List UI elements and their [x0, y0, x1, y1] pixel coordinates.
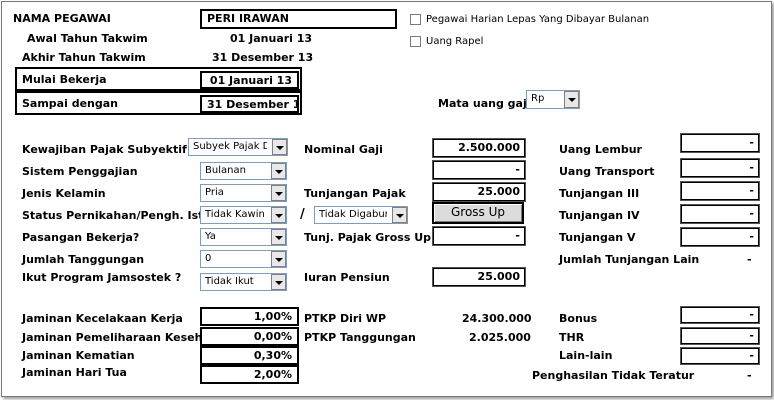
jamsostek-label: Ikut Program Jamsostek ?: [22, 271, 182, 284]
tunjangan-4-label: Tunjangan IV: [559, 209, 640, 222]
chevron-down-icon[interactable]: [271, 207, 286, 223]
ptkp-diri-label: PTKP Diri WP: [304, 312, 387, 325]
uang-transport-label: Uang Transport: [559, 165, 655, 178]
mulai-bekerja-label: Mulai Bekerja: [22, 73, 107, 86]
chevron-down-icon[interactable]: [271, 274, 286, 290]
awal-tahun-label: Awal Tahun Takwim: [27, 32, 148, 45]
gross-up-button[interactable]: Gross Up: [432, 202, 524, 224]
penghasilan-tidak-teratur-value: -: [747, 369, 752, 382]
harian-lepas-label: Pegawai Harian Lepas Yang Dibayar Bulana…: [426, 14, 650, 25]
sistem-select[interactable]: Bulanan: [200, 162, 287, 180]
status-gabung-select[interactable]: Tidak Digabung: [314, 206, 408, 224]
uang-lembur-label: Uang Lembur: [559, 143, 642, 156]
lain-lain-field[interactable]: -: [680, 347, 760, 365]
ptkp-tanggungan-value: 2.025.000: [469, 331, 531, 344]
bonus-label: Bonus: [559, 312, 598, 325]
chevron-down-icon[interactable]: [271, 251, 286, 267]
jaminan-kecelakaan-label: Jaminan Kecelakaan Kerja: [22, 312, 183, 325]
employee-name-label: NAMA PEGAWAI: [13, 12, 111, 25]
nominal-gaji-field[interactable]: 2.500.000: [432, 138, 526, 158]
uang-rapel-label: Uang Rapel: [426, 36, 484, 47]
chevron-down-icon[interactable]: [272, 139, 287, 155]
tunjangan-pajak-field[interactable]: 25.000: [432, 182, 526, 202]
ptkp-tanggungan-label: PTKP Tanggungan: [304, 331, 416, 344]
employee-name-field[interactable]: PERI IRAWAN: [200, 9, 397, 29]
status-select[interactable]: Tidak Kawin: [200, 206, 287, 224]
tunj-gross-up-label: Tunj. Pajak Gross Up: [304, 231, 432, 244]
jumlah-tunjangan-label: Jumlah Tunjangan Lain: [559, 253, 700, 266]
chevron-down-icon[interactable]: [392, 207, 407, 223]
tunjangan-3-field[interactable]: -: [680, 181, 760, 201]
tunjangan-4-field[interactable]: -: [680, 204, 760, 224]
mata-uang-label: Mata uang gaji: [438, 97, 531, 110]
nominal-extra-field[interactable]: -: [432, 160, 526, 180]
kewajiban-label: Kewajiban Pajak Subyektif: [22, 143, 187, 156]
iuran-pensiun-field[interactable]: 25.000: [432, 267, 526, 287]
jaminan-pemeliharaan-field[interactable]: 0,00%: [200, 327, 299, 346]
jaminan-kematian-label: Jaminan Kematian: [22, 349, 135, 362]
pasangan-select-value: Ya: [205, 231, 216, 242]
ptkp-diri-value: 24.300.000: [462, 312, 532, 325]
uang-rapel-checkbox[interactable]: [410, 36, 421, 47]
chevron-down-icon[interactable]: [271, 229, 286, 245]
currency-select[interactable]: Rp: [526, 90, 580, 109]
status-gabung-select-value: Tidak Digabung: [319, 209, 387, 220]
pasangan-label: Pasangan Bekerja?: [22, 231, 140, 244]
akhir-tahun-value: 31 Desember 13: [212, 51, 314, 64]
thr-label: THR: [559, 331, 585, 344]
jenis-kelamin-select[interactable]: Pria: [200, 184, 287, 202]
jamsostek-select-value: Tidak Ikut: [205, 276, 254, 287]
penghasilan-tidak-teratur-label: Penghasilan Tidak Teratur: [532, 369, 695, 382]
thr-field[interactable]: -: [680, 327, 760, 345]
currency-select-value: Rp: [531, 93, 545, 104]
payroll-form: NAMA PEGAWAI PERI IRAWAN Pegawai Harian …: [1, 1, 772, 397]
uang-transport-field[interactable]: -: [680, 158, 760, 178]
tunjangan-5-label: Tunjangan V: [559, 231, 636, 244]
jaminan-hari-tua-field[interactable]: 2,00%: [200, 365, 299, 384]
sampai-dengan-field[interactable]: 31 Desember 13: [200, 95, 299, 113]
lain-lain-label: Lain-lain: [559, 349, 613, 362]
pasangan-select[interactable]: Ya: [200, 228, 287, 246]
chevron-down-icon[interactable]: [271, 163, 286, 179]
status-separator: /: [300, 207, 305, 222]
sistem-label: Sistem Penggajian: [22, 165, 138, 178]
kewajiban-select-value: Subyek Pajak Dalam Negeri: [193, 141, 267, 152]
sistem-select-value: Bulanan: [205, 165, 246, 176]
jaminan-hari-tua-label: Jaminan Hari Tua: [22, 366, 127, 379]
chevron-down-icon[interactable]: [564, 91, 579, 108]
jaminan-kematian-field[interactable]: 0,30%: [200, 346, 299, 365]
tunjangan-pajak-label: Tunjangan Pajak: [304, 187, 406, 200]
uang-lembur-field[interactable]: -: [680, 133, 760, 153]
tanggungan-select[interactable]: 0: [200, 250, 287, 268]
iuran-pensiun-label: Iuran Pensiun: [304, 271, 390, 284]
jenis-kelamin-label: Jenis Kelamin: [22, 187, 106, 200]
jaminan-kecelakaan-field[interactable]: 1,00%: [200, 307, 299, 326]
mulai-bekerja-field[interactable]: 01 Januari 13: [200, 71, 299, 89]
tanggungan-label: Jumlah Tanggungan: [22, 253, 145, 266]
jenis-kelamin-select-value: Pria: [205, 187, 224, 198]
jumlah-tunjangan-value: -: [747, 253, 752, 266]
chevron-down-icon[interactable]: [271, 185, 286, 201]
sampai-dengan-label: Sampai dengan: [22, 97, 118, 110]
tanggungan-select-value: 0: [205, 253, 212, 264]
akhir-tahun-label: Akhir Tahun Takwim: [22, 51, 146, 64]
jamsostek-select[interactable]: Tidak Ikut: [200, 273, 287, 291]
kewajiban-select[interactable]: Subyek Pajak Dalam Negeri: [188, 138, 288, 156]
nominal-gaji-label: Nominal Gaji: [304, 143, 383, 156]
awal-tahun-value: 01 Januari 13: [230, 32, 313, 45]
tunjangan-5-field[interactable]: -: [680, 227, 760, 247]
status-select-value: Tidak Kawin: [205, 209, 265, 220]
tunj-gross-up-field[interactable]: -: [432, 226, 526, 246]
bonus-field[interactable]: -: [680, 306, 760, 324]
harian-lepas-checkbox[interactable]: [410, 14, 421, 25]
status-label: Status Pernikahan/Pengh. Isteri: [22, 209, 221, 222]
tunjangan-3-label: Tunjangan III: [559, 187, 640, 200]
